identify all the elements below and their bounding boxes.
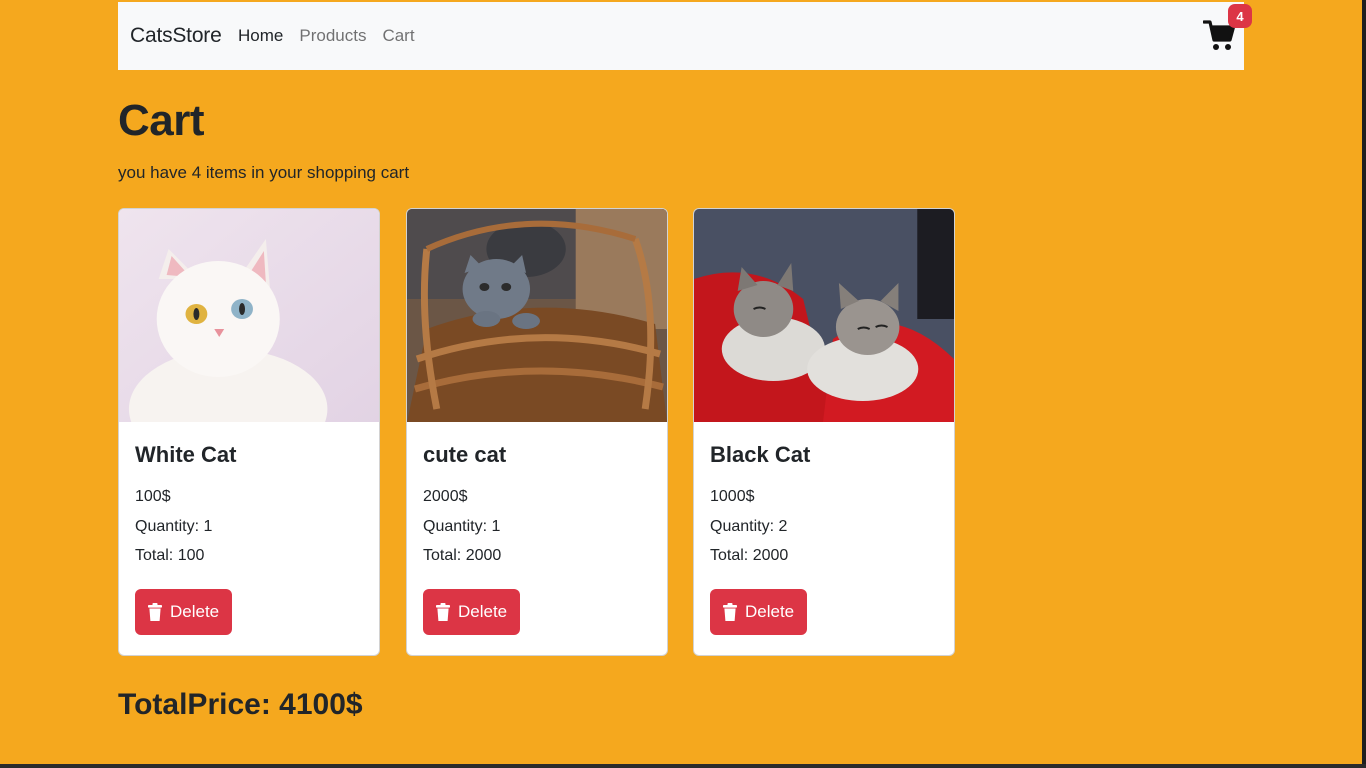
item-name: Black Cat xyxy=(710,442,811,467)
delete-button-label: Delete xyxy=(170,601,220,621)
delete-button-label: Delete xyxy=(745,601,795,621)
two-kittens-on-red-blanket-image xyxy=(694,209,954,422)
window-right-edge xyxy=(1362,0,1366,768)
nav-link-cart[interactable]: Cart xyxy=(382,26,414,46)
nav-link-products[interactable]: Products xyxy=(299,26,366,46)
page-title: Cart xyxy=(118,96,205,145)
cart-item-card: Black Cat 1000$ Quantity: 2 Total: 2000 … xyxy=(693,208,955,656)
delete-button-label: Delete xyxy=(458,601,508,621)
cart-item-card: cute cat 2000$ Quantity: 1 Total: 2000 D… xyxy=(406,208,668,656)
item-total: Total: 100 xyxy=(135,547,205,564)
delete-button[interactable]: Delete xyxy=(423,588,521,635)
item-price: 100$ xyxy=(135,488,171,505)
delete-button[interactable]: Delete xyxy=(710,588,808,635)
grey-kitten-in-basket-image xyxy=(407,209,667,422)
item-name: White Cat xyxy=(135,442,237,467)
navbar: CatsStore Home Products Cart 4 xyxy=(118,2,1252,70)
item-quantity: Quantity: 1 xyxy=(135,517,213,535)
nav-link-home[interactable]: Home xyxy=(238,26,283,46)
cart-summary-text: you have 4 items in your shopping cart xyxy=(118,163,410,182)
item-price: 2000$ xyxy=(423,488,468,505)
white-cat-image xyxy=(119,209,379,422)
item-total: Total: 2000 xyxy=(710,547,789,564)
item-total: Total: 2000 xyxy=(423,547,502,564)
delete-button[interactable]: Delete xyxy=(135,588,233,635)
item-name: cute cat xyxy=(423,442,507,467)
nav-links: Home Products Cart xyxy=(238,26,415,46)
trash-icon xyxy=(436,602,450,621)
window-bottom-edge xyxy=(0,764,1366,768)
brand-link[interactable]: CatsStore xyxy=(130,24,222,48)
cart-item-card: White Cat 100$ Quantity: 1 Total: 100 De… xyxy=(118,208,380,656)
trash-icon xyxy=(148,602,162,621)
total-price: TotalPrice: 4100$ xyxy=(118,688,363,721)
cart-count-badge: 4 xyxy=(1228,4,1252,28)
item-price: 1000$ xyxy=(710,488,755,505)
trash-icon xyxy=(723,602,737,621)
item-quantity: Quantity: 1 xyxy=(423,517,501,535)
item-quantity: Quantity: 2 xyxy=(710,517,788,535)
